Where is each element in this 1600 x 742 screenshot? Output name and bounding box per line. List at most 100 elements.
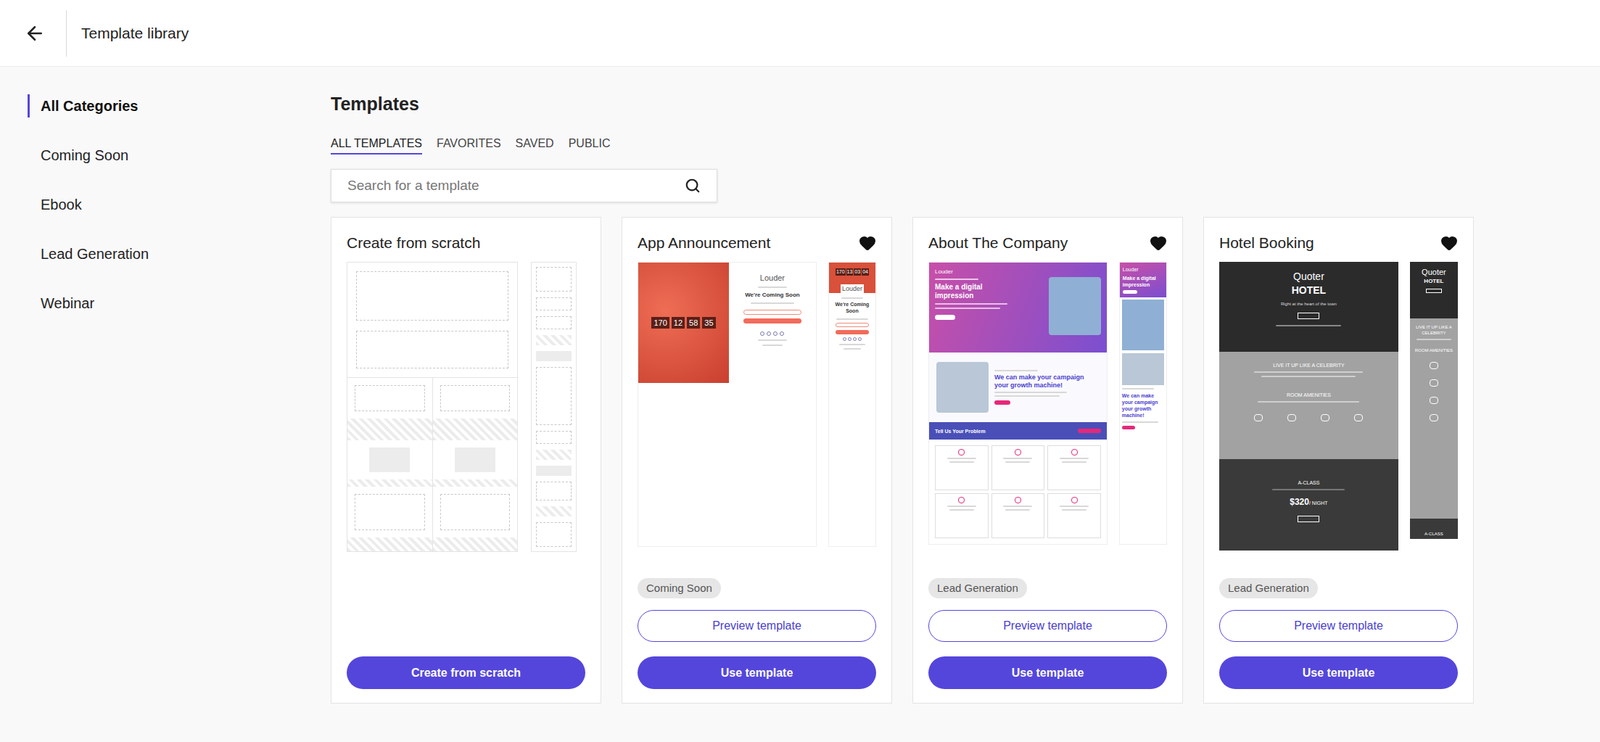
category-tag: Coming Soon [637, 578, 721, 599]
favorite-heart-icon[interactable] [1149, 234, 1167, 252]
feature-icon [1071, 448, 1078, 456]
tab[interactable]: PUBLIC [568, 136, 611, 155]
social-icon [773, 331, 778, 336]
create-from-scratch-button[interactable]: Create from scratch [346, 656, 586, 690]
section-photo [936, 361, 989, 413]
amenity-icon [1354, 414, 1363, 422]
wireframe-button [454, 447, 496, 473]
hotel-name: HOTEL [1291, 284, 1326, 297]
mobile-preview: 170130304LouderWe're Coming Soon [828, 261, 877, 547]
sidebar-item[interactable]: Webinar [27, 291, 331, 315]
countdown-digit: 13 [846, 268, 854, 276]
favorite-heart-icon[interactable] [858, 234, 877, 252]
text-line [934, 303, 1008, 305]
template-tabs: ALL TEMPLATES FAVORITES SAVED PUBLIC [330, 136, 1600, 155]
sidebar-item[interactable]: Coming Soon [27, 143, 331, 167]
category-sidebar: All Categories Coming Soon Ebook Lead Gener… [0, 94, 331, 704]
text-line [947, 505, 977, 507]
mobile-preview: LouderMake a digital impressionWe can ma… [1119, 261, 1167, 545]
wireframe-stripe [347, 418, 433, 441]
feature-icon [1014, 496, 1022, 504]
text-line [1059, 457, 1089, 460]
text-line [1254, 371, 1363, 373]
text-line [757, 339, 787, 341]
feature-box [1047, 445, 1101, 491]
text-line [1003, 505, 1033, 507]
countdown-digit: 35 [702, 316, 716, 329]
wireframe-stripe [433, 537, 518, 552]
sidebar-item[interactable]: Ebook [27, 192, 331, 217]
desktop-wireframe [346, 261, 518, 552]
preview-heading: We're Coming Soon [829, 300, 876, 315]
text-line [750, 302, 795, 304]
category-tag: Lead Generation [1219, 578, 1318, 599]
template-card: About The CompanyLouderMake a digital im… [912, 216, 1183, 704]
wireframe-block [356, 330, 509, 369]
page-title: Template library [81, 21, 189, 45]
text-line [1257, 401, 1360, 403]
feature-box [991, 493, 1046, 539]
sidebar-item[interactable]: Lead Generation [27, 242, 331, 266]
template-card: Hotel Booking QuoterHOTELRight at the hea… [1203, 216, 1474, 704]
favorite-heart-icon[interactable] [1440, 234, 1458, 252]
text-line [994, 391, 1067, 394]
text-line [934, 307, 1001, 309]
text-line [1122, 421, 1159, 423]
search-placeholder: Search for a template [347, 175, 685, 197]
card-title: App Announcement [637, 232, 771, 254]
use-template-button[interactable]: Use template [637, 656, 877, 690]
text-line [949, 461, 975, 463]
text-line [994, 395, 1060, 397]
countdown-digit: 03 [853, 268, 861, 276]
amenity-icon [1429, 414, 1439, 422]
card-title: Create from scratch [346, 232, 481, 254]
text-line [1061, 509, 1087, 511]
wireframe-block [356, 271, 509, 321]
hotel-hero: QuoterHOTELRight at the heart of the tow… [1219, 261, 1399, 352]
text-line [994, 369, 1038, 372]
wireframe-stripe [347, 479, 433, 487]
feature-icon [1071, 496, 1078, 504]
sidebar-item[interactable]: All Categories [27, 94, 331, 118]
search-icon[interactable] [684, 177, 701, 194]
card-title: Hotel Booking [1219, 232, 1315, 254]
feature-box [934, 445, 989, 491]
room-name: A-CLASS [1297, 479, 1320, 486]
use-template-button[interactable]: Use template [1219, 656, 1458, 690]
template-preview: LouderMake a digital impressionWe can ma… [928, 261, 1167, 545]
text-line [1261, 375, 1356, 378]
wireframe-stripe [433, 418, 518, 441]
text-line [1272, 488, 1345, 491]
brand-logo: Louder [934, 268, 1043, 276]
use-template-button[interactable]: Use template [928, 656, 1167, 690]
text-line [1059, 505, 1089, 507]
tab[interactable]: FAVORITES [436, 136, 502, 155]
mobile-wireframe [530, 261, 577, 552]
search-field[interactable]: Search for a template [330, 168, 718, 203]
countdown-digit: 170 [651, 316, 669, 329]
back-button[interactable] [23, 21, 47, 45]
back-arrow-icon [23, 22, 46, 45]
section-title: Templates [330, 92, 1600, 115]
amenity-icon [1429, 396, 1439, 404]
feature-box [991, 445, 1046, 491]
tab[interactable]: ALL TEMPLATES [330, 136, 423, 155]
wireframe-block [440, 493, 511, 531]
tab[interactable]: SAVED [515, 136, 555, 155]
desktop-preview: 170125835LouderWe're Coming Soon [637, 261, 817, 547]
hero-photo [1048, 277, 1101, 336]
preview-template-button[interactable]: Preview template [928, 609, 1167, 642]
amenities-heading: ROOM AMENITIES [1286, 391, 1331, 399]
brand-logo: Louder [840, 284, 864, 294]
countdown-digit: 12 [671, 316, 685, 329]
feature-icon [958, 448, 965, 456]
text-line [1005, 509, 1030, 511]
feature-icon [1014, 448, 1022, 456]
feature-box [1047, 493, 1101, 539]
text-line [934, 278, 979, 280]
brand-logo: Louder [1122, 266, 1164, 273]
wireframe-block [440, 385, 511, 412]
preview-template-button[interactable]: Preview template [1219, 609, 1458, 642]
preview-template-button[interactable]: Preview template [637, 609, 877, 642]
template-grid: Create from scratch Create from scratch Ap… [330, 216, 1600, 704]
